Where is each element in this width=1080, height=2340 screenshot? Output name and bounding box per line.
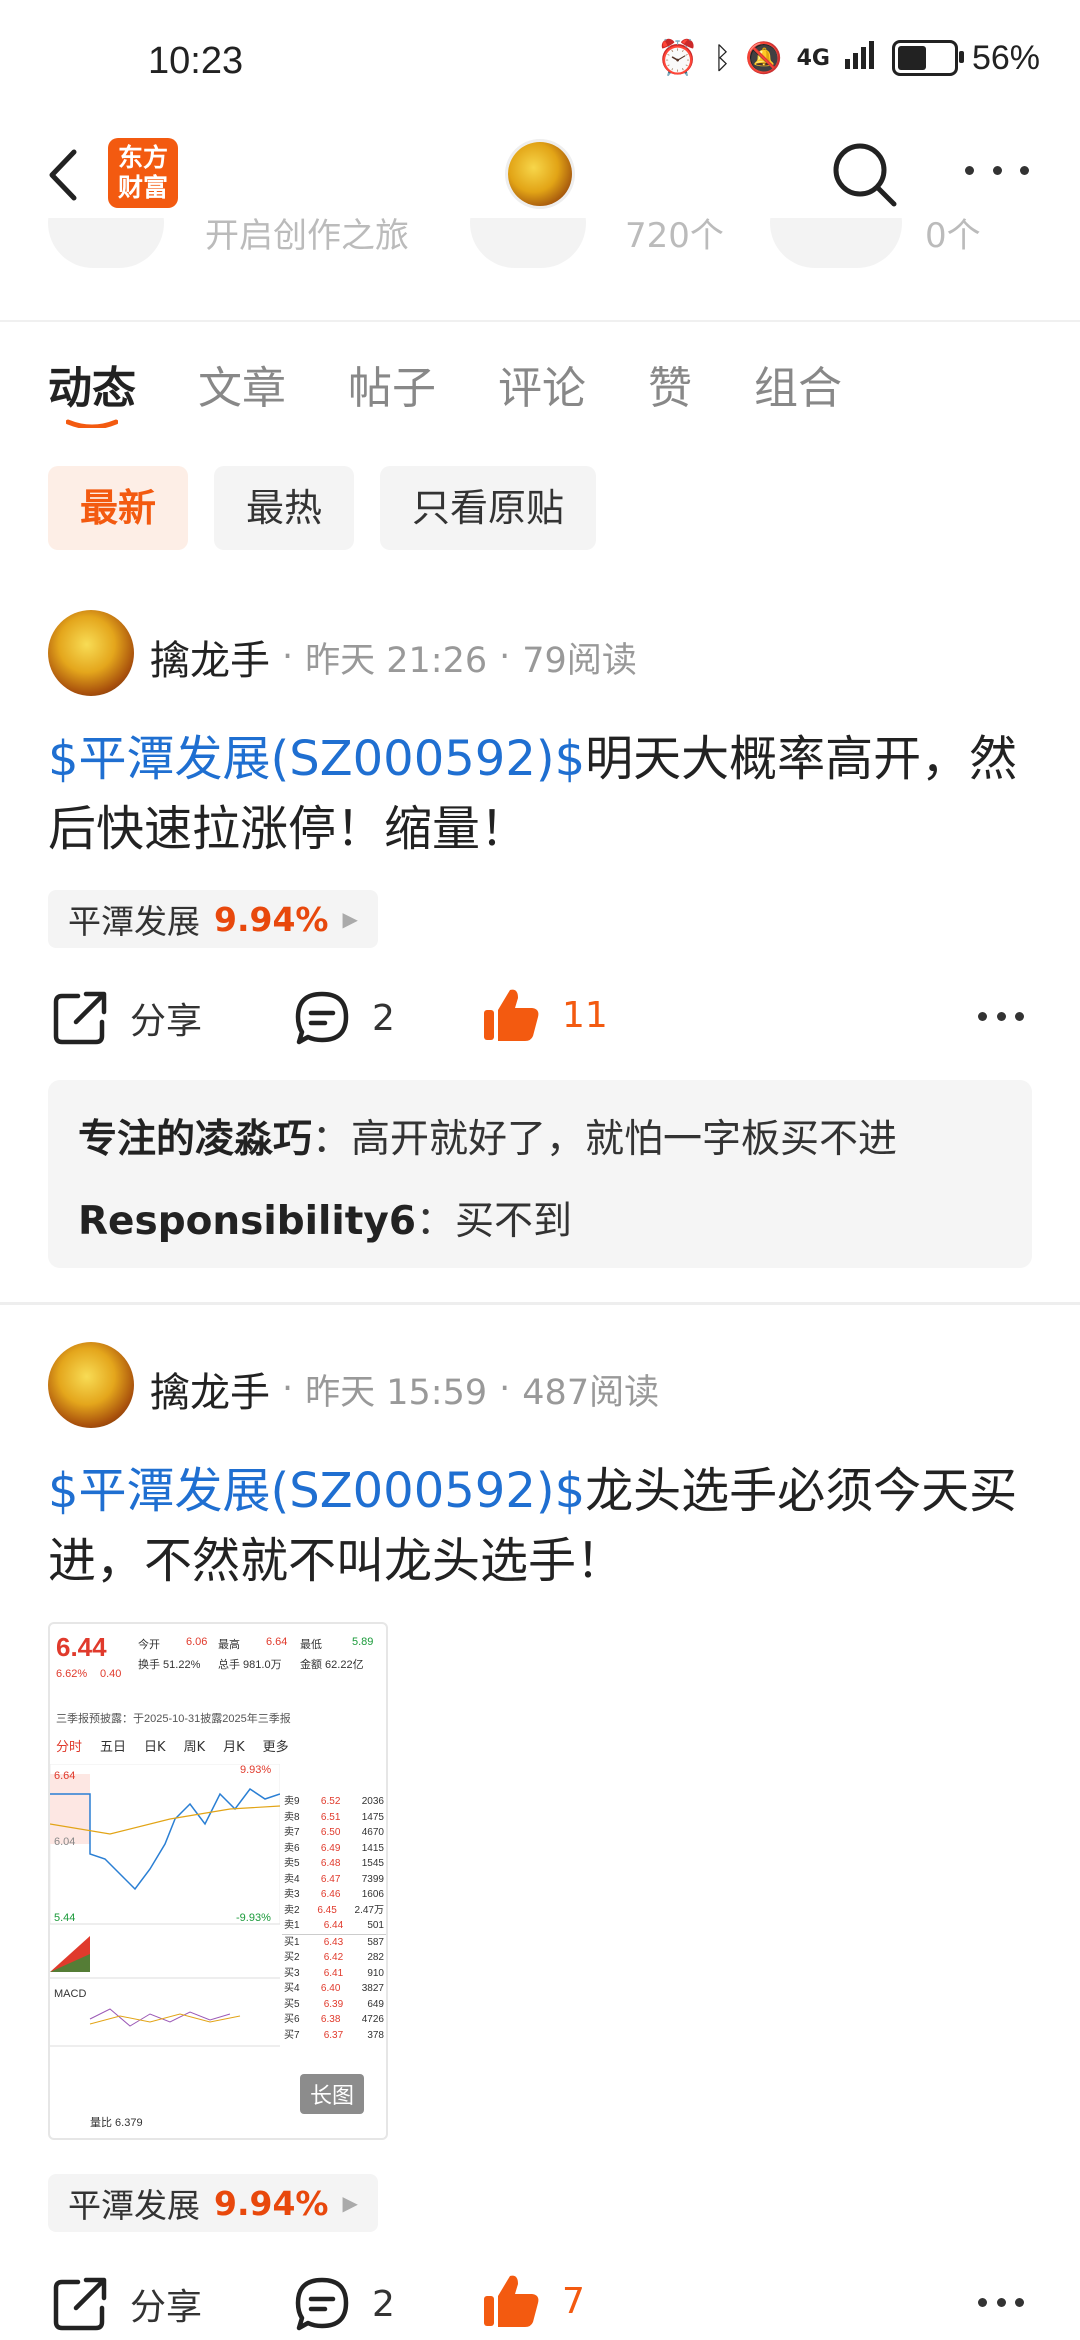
- app-logo: 东方 财富: [108, 138, 178, 208]
- back-button[interactable]: [40, 140, 90, 210]
- order-book-row: 卖2 6.45 2.47万: [284, 1904, 384, 1916]
- tab-active-indicator: [66, 419, 118, 428]
- username[interactable]: 擒龙手: [150, 628, 270, 686]
- comment-item: Responsibility6：买不到: [78, 1199, 573, 1244]
- stats-row: 开启创作之旅 720个 0个: [0, 218, 1080, 278]
- like-count: 11: [562, 994, 608, 1036]
- post-content[interactable]: $平潭发展(SZ000592)$龙头选手必须今天买进，不然就不叫龙头选手！: [48, 1456, 1038, 1596]
- post-content[interactable]: $平潭发展(SZ000592)$明天大概率高开，然后快速拉涨停！缩量！: [48, 724, 1038, 864]
- order-book-row: 卖3 6.46 1606: [284, 1889, 384, 1900]
- comment-icon: [295, 2277, 349, 2331]
- share-icon: [53, 2277, 107, 2331]
- like-button[interactable]: 7: [482, 2272, 585, 2330]
- post-header: 擒龙手 · 昨天 15:59 · 487阅读: [150, 1360, 659, 1418]
- order-book-row: 卖6 6.49 1415: [284, 1842, 384, 1854]
- long-image-badge: 长图: [299, 2074, 364, 2114]
- tab-portfolio[interactable]: 组合: [754, 352, 842, 416]
- order-book-row: 卖4 6.47 7399: [284, 1873, 384, 1885]
- order-book-row: 买1 6.43 587: [284, 1936, 384, 1948]
- order-book-row: 买2 6.42 282: [284, 1952, 384, 1963]
- avatar[interactable]: [48, 1342, 134, 1428]
- stock-link[interactable]: $平潭发展(SZ000592)$: [48, 731, 585, 787]
- comment-item: 专注的凌淼巧：高开就好了，就怕一字板买不进: [78, 1117, 898, 1162]
- status-time: 10:23: [148, 40, 244, 82]
- order-book-row: 卖9 6.52 2036: [284, 1796, 384, 1807]
- order-book-row: 卖7 6.50 4670: [284, 1827, 384, 1838]
- bluetooth-icon: ᛒ: [713, 40, 732, 76]
- comment-icon: [295, 991, 349, 1045]
- order-book-row: 卖8 6.51 1475: [284, 1811, 384, 1823]
- signal-icon: 4G: [796, 45, 830, 71]
- alarm-icon: ⏰: [656, 38, 700, 78]
- comment-button[interactable]: 2: [294, 990, 395, 1046]
- tab-dynamic[interactable]: 动态: [48, 352, 136, 416]
- tab-likes[interactable]: 赞: [648, 352, 692, 416]
- chevron-left-icon: [49, 149, 77, 201]
- divider: [0, 320, 1080, 322]
- tab-posts[interactable]: 帖子: [348, 352, 436, 416]
- tab-bar: 动态 文章 帖子 评论 赞 组合: [48, 352, 842, 416]
- stat-pill: [770, 218, 902, 268]
- search-button[interactable]: [830, 140, 900, 210]
- post-image[interactable]: 6.44 6.62% 0.40 今开 6.06 最高 6.64 最低 5.89 …: [48, 1622, 388, 2140]
- order-book: 卖9 6.52 2036 卖8 6.51 1475 卖7 6.50 4670 卖6 6.49 1415…: [282, 1794, 386, 2043]
- share-icon: [53, 991, 107, 1045]
- filter-original[interactable]: 只看原贴: [380, 466, 597, 550]
- tab-articles[interactable]: 文章: [198, 352, 286, 416]
- post-separator: [0, 1302, 1080, 1305]
- stat-pill: [48, 218, 164, 268]
- battery-icon: [891, 40, 964, 76]
- post-more-icon[interactable]: [978, 2298, 1024, 2307]
- stat-count-2[interactable]: 0个: [925, 218, 981, 257]
- signal-bars-icon: [844, 38, 878, 78]
- post-time: 昨天 21:26: [305, 640, 488, 681]
- mute-icon: 🔕: [745, 40, 783, 76]
- share-button[interactable]: 分享: [52, 990, 202, 1046]
- username[interactable]: 擒龙手: [150, 1360, 270, 1418]
- filter-hot[interactable]: 最热: [214, 466, 355, 550]
- more-icon[interactable]: [965, 160, 1029, 180]
- filter-latest[interactable]: 最新: [48, 466, 189, 550]
- post-time: 昨天 15:59: [305, 1372, 488, 1413]
- stat-pill: [470, 218, 586, 268]
- stock-tag[interactable]: 平潭发展 9.94% ▶: [48, 2174, 378, 2232]
- order-book-row: 买3 6.41 910: [284, 1967, 384, 1979]
- search-icon: [833, 143, 897, 207]
- post-reads: 79阅读: [522, 640, 637, 681]
- stock-tag[interactable]: 平潭发展 9.94% ▶: [48, 890, 378, 948]
- share-button[interactable]: 分享: [52, 2276, 202, 2332]
- avatar[interactable]: [48, 610, 134, 696]
- thumb-tabs: 分时 五日 日K 周K 月K 更多: [56, 1740, 289, 1755]
- order-book-row: 买4 6.40 3827: [284, 1983, 384, 1994]
- comment-button[interactable]: 2: [294, 2276, 395, 2332]
- post-more-icon[interactable]: [978, 1012, 1024, 1021]
- thumb-price: 6.44: [56, 1632, 107, 1662]
- stat-creative[interactable]: 开启创作之旅: [205, 218, 409, 257]
- comment-count: 2: [372, 2283, 395, 2325]
- stock-link[interactable]: $平潭发展(SZ000592)$: [48, 1463, 585, 1519]
- order-book-row: 卖5 6.48 1545: [284, 1858, 384, 1869]
- thumbs-up-icon: [484, 2275, 539, 2327]
- like-count: 7: [562, 2280, 585, 2322]
- triangle-right-icon: ▶: [342, 907, 358, 931]
- order-book-row: 买5 6.39 649: [284, 1998, 384, 2010]
- like-button[interactable]: 11: [482, 986, 608, 1044]
- status-icons: ⏰ ᛒ 🔕 4G 56%: [657, 38, 1040, 78]
- thumbs-up-icon: [484, 989, 539, 1041]
- header-avatar[interactable]: [508, 142, 572, 206]
- order-book-row: 买6 6.38 4726: [284, 2014, 384, 2025]
- comments-preview[interactable]: 专注的凌淼巧：高开就好了，就怕一字板买不进 Responsibility6：买不…: [48, 1080, 1032, 1268]
- battery-text: 56%: [971, 38, 1040, 77]
- tab-comments[interactable]: 评论: [498, 352, 586, 416]
- post-header: 擒龙手 · 昨天 21:26 · 79阅读: [150, 628, 637, 686]
- order-book-row: 买7 6.37 378: [284, 2029, 384, 2041]
- post-reads: 487阅读: [522, 1372, 660, 1413]
- filter-chips: 最新 最热 只看原贴: [48, 466, 597, 550]
- triangle-right-icon: ▶: [342, 2191, 358, 2215]
- comment-count: 2: [372, 997, 395, 1039]
- order-book-row: 卖1 6.44 501: [282, 1918, 386, 1935]
- stat-count-1[interactable]: 720个: [625, 218, 724, 257]
